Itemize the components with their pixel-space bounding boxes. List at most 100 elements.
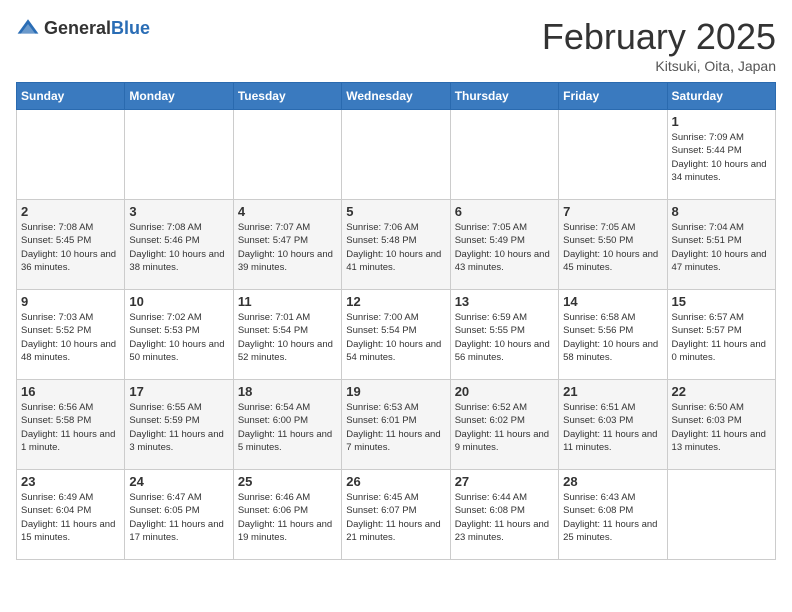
day-number: 10 — [129, 294, 228, 309]
weekday-header-monday: Monday — [125, 83, 233, 110]
calendar-cell: 15 Sunrise: 6:57 AM Sunset: 5:57 PM Dayli… — [667, 290, 775, 380]
calendar-cell: 9Sunrise: 7:03 AM Sunset: 5:52 PM Daylig… — [17, 290, 125, 380]
weekday-header-saturday: Saturday — [667, 83, 775, 110]
calendar-cell: 27 Sunrise: 6:44 AM Sunset: 6:08 PM Dayli… — [450, 470, 558, 560]
weekday-header-tuesday: Tuesday — [233, 83, 341, 110]
weekday-header-thursday: Thursday — [450, 83, 558, 110]
day-number: 27 — [455, 474, 554, 489]
calendar-cell: 4Sunrise: 7:07 AM Sunset: 5:47 PM Daylig… — [233, 200, 341, 290]
day-number: 8 — [672, 204, 771, 219]
weekday-header-friday: Friday — [559, 83, 667, 110]
day-info: Sunrise: 7:04 AM Sunset: 5:51 PM Dayligh… — [672, 221, 771, 274]
calendar-cell: 13 Sunrise: 6:59 AM Sunset: 5:55 PM Dayli… — [450, 290, 558, 380]
day-info: Sunrise: 7:08 AM Sunset: 5:45 PM Dayligh… — [21, 221, 120, 274]
day-number: 28 — [563, 474, 662, 489]
calendar-cell: 25 Sunrise: 6:46 AM Sunset: 6:06 PM Dayli… — [233, 470, 341, 560]
calendar-cell: 20Sunrise: 6:52 AM Sunset: 6:02 PM Dayli… — [450, 380, 558, 470]
calendar-cell: 26Sunrise: 6:45 AM Sunset: 6:07 PM Dayli… — [342, 470, 450, 560]
calendar-cell — [233, 110, 341, 200]
day-number: 5 — [346, 204, 445, 219]
day-number: 26 — [346, 474, 445, 489]
calendar-cell: 3 Sunrise: 7:08 AM Sunset: 5:46 PM Daylig… — [125, 200, 233, 290]
calendar-cell — [450, 110, 558, 200]
calendar-cell: 18 Sunrise: 6:54 AM Sunset: 6:00 PM Dayli… — [233, 380, 341, 470]
day-info: Sunrise: 6:57 AM Sunset: 5:57 PM Dayligh… — [672, 311, 771, 364]
day-info: Sunrise: 7:05 AM Sunset: 5:50 PM Dayligh… — [563, 221, 662, 274]
day-number: 25 — [238, 474, 337, 489]
logo-blue: Blue — [111, 18, 150, 38]
weekday-header-wednesday: Wednesday — [342, 83, 450, 110]
day-number: 15 — [672, 294, 771, 309]
calendar-cell: 8 Sunrise: 7:04 AM Sunset: 5:51 PM Daylig… — [667, 200, 775, 290]
calendar-cell: 12 Sunrise: 7:00 AM Sunset: 5:54 PM Dayli… — [342, 290, 450, 380]
day-info: Sunrise: 6:50 AM Sunset: 6:03 PM Dayligh… — [672, 401, 771, 454]
calendar-cell — [17, 110, 125, 200]
day-info: Sunrise: 6:58 AM Sunset: 5:56 PM Dayligh… — [563, 311, 662, 364]
calendar-cell — [667, 470, 775, 560]
day-info: Sunrise: 7:00 AM Sunset: 5:54 PM Dayligh… — [346, 311, 445, 364]
calendar-cell: 11Sunrise: 7:01 AM Sunset: 5:54 PM Dayli… — [233, 290, 341, 380]
day-number: 17 — [129, 384, 228, 399]
calendar-cell: 6 Sunrise: 7:05 AM Sunset: 5:49 PM Daylig… — [450, 200, 558, 290]
day-number: 20 — [455, 384, 554, 399]
calendar-cell: 17Sunrise: 6:55 AM Sunset: 5:59 PM Dayli… — [125, 380, 233, 470]
calendar-cell: 22Sunrise: 6:50 AM Sunset: 6:03 PM Dayli… — [667, 380, 775, 470]
week-row-2: 2 Sunrise: 7:08 AM Sunset: 5:45 PM Daylig… — [17, 200, 776, 290]
logo-general: General — [44, 18, 111, 38]
calendar-cell: 19 Sunrise: 6:53 AM Sunset: 6:01 PM Dayli… — [342, 380, 450, 470]
calendar-subtitle: Kitsuki, Oita, Japan — [542, 58, 776, 74]
calendar-cell — [125, 110, 233, 200]
calendar-header: SundayMondayTuesdayWednesdayThursdayFrid… — [17, 83, 776, 110]
calendar-title: February 2025 — [542, 16, 776, 58]
week-row-3: 9Sunrise: 7:03 AM Sunset: 5:52 PM Daylig… — [17, 290, 776, 380]
day-info: Sunrise: 6:43 AM Sunset: 6:08 PM Dayligh… — [563, 491, 662, 544]
day-number: 23 — [21, 474, 120, 489]
week-row-4: 16 Sunrise: 6:56 AM Sunset: 5:58 PM Dayli… — [17, 380, 776, 470]
calendar-cell: 23 Sunrise: 6:49 AM Sunset: 6:04 PM Dayli… — [17, 470, 125, 560]
day-number: 6 — [455, 204, 554, 219]
day-number: 1 — [672, 114, 771, 129]
day-number: 2 — [21, 204, 120, 219]
title-block: February 2025 Kitsuki, Oita, Japan — [542, 16, 776, 74]
day-number: 18 — [238, 384, 337, 399]
day-number: 24 — [129, 474, 228, 489]
day-number: 14 — [563, 294, 662, 309]
day-number: 4 — [238, 204, 337, 219]
day-number: 13 — [455, 294, 554, 309]
calendar-cell: 10Sunrise: 7:02 AM Sunset: 5:53 PM Dayli… — [125, 290, 233, 380]
calendar-cell: 24Sunrise: 6:47 AM Sunset: 6:05 PM Dayli… — [125, 470, 233, 560]
calendar-cell: 5Sunrise: 7:06 AM Sunset: 5:48 PM Daylig… — [342, 200, 450, 290]
calendar-cell: 21Sunrise: 6:51 AM Sunset: 6:03 PM Dayli… — [559, 380, 667, 470]
calendar-cell: 28 Sunrise: 6:43 AM Sunset: 6:08 PM Dayli… — [559, 470, 667, 560]
calendar-cell: 1 Sunrise: 7:09 AM Sunset: 5:44 PM Daylig… — [667, 110, 775, 200]
calendar-cell — [559, 110, 667, 200]
logo-icon — [16, 16, 40, 40]
day-number: 16 — [21, 384, 120, 399]
calendar-cell: 7Sunrise: 7:05 AM Sunset: 5:50 PM Daylig… — [559, 200, 667, 290]
calendar-cell — [342, 110, 450, 200]
day-info: Sunrise: 6:49 AM Sunset: 6:04 PM Dayligh… — [21, 491, 120, 544]
calendar-cell: 2 Sunrise: 7:08 AM Sunset: 5:45 PM Daylig… — [17, 200, 125, 290]
day-info: Sunrise: 6:59 AM Sunset: 5:55 PM Dayligh… — [455, 311, 554, 364]
week-row-1: 1 Sunrise: 7:09 AM Sunset: 5:44 PM Daylig… — [17, 110, 776, 200]
weekday-header-sunday: Sunday — [17, 83, 125, 110]
day-info: Sunrise: 6:56 AM Sunset: 5:58 PM Dayligh… — [21, 401, 120, 454]
day-number: 12 — [346, 294, 445, 309]
day-number: 3 — [129, 204, 228, 219]
day-info: Sunrise: 7:05 AM Sunset: 5:49 PM Dayligh… — [455, 221, 554, 274]
day-info: Sunrise: 6:54 AM Sunset: 6:00 PM Dayligh… — [238, 401, 337, 454]
weekday-row: SundayMondayTuesdayWednesdayThursdayFrid… — [17, 83, 776, 110]
day-info: Sunrise: 7:09 AM Sunset: 5:44 PM Dayligh… — [672, 131, 771, 184]
calendar-cell: 16 Sunrise: 6:56 AM Sunset: 5:58 PM Dayli… — [17, 380, 125, 470]
calendar-body: 1 Sunrise: 7:09 AM Sunset: 5:44 PM Daylig… — [17, 110, 776, 560]
page-header: GeneralBlue February 2025 Kitsuki, Oita,… — [16, 16, 776, 74]
day-number: 19 — [346, 384, 445, 399]
day-info: Sunrise: 7:01 AM Sunset: 5:54 PM Dayligh… — [238, 311, 337, 364]
day-info: Sunrise: 6:46 AM Sunset: 6:06 PM Dayligh… — [238, 491, 337, 544]
day-info: Sunrise: 7:08 AM Sunset: 5:46 PM Dayligh… — [129, 221, 228, 274]
day-info: Sunrise: 6:44 AM Sunset: 6:08 PM Dayligh… — [455, 491, 554, 544]
logo: GeneralBlue — [16, 16, 150, 40]
day-info: Sunrise: 6:53 AM Sunset: 6:01 PM Dayligh… — [346, 401, 445, 454]
day-info: Sunrise: 7:03 AM Sunset: 5:52 PM Dayligh… — [21, 311, 120, 364]
day-info: Sunrise: 6:51 AM Sunset: 6:03 PM Dayligh… — [563, 401, 662, 454]
